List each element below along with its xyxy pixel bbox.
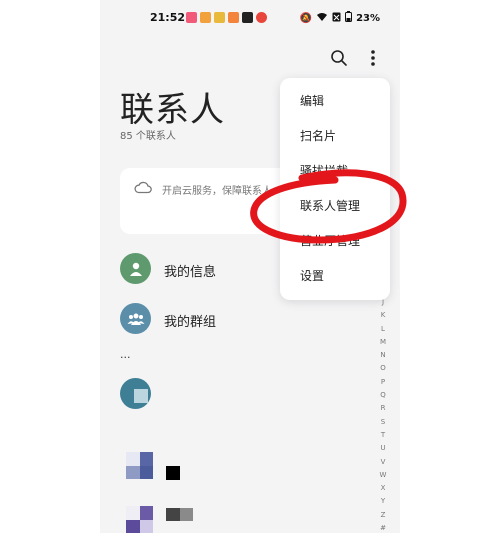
app-notification-icon	[186, 12, 197, 23]
menu-item-contact-management[interactable]: 联系人管理	[300, 196, 360, 216]
search-button[interactable]	[326, 45, 352, 71]
index-letter[interactable]: Q	[380, 389, 386, 402]
index-letter[interactable]: N	[380, 349, 385, 362]
index-letter[interactable]: T	[381, 429, 385, 442]
sim-icon	[332, 12, 341, 25]
index-letter[interactable]: #	[380, 522, 386, 533]
contact-avatar[interactable]	[126, 506, 153, 533]
menu-item-harassment-block[interactable]: 骚扰拦截	[300, 161, 348, 181]
menu-item-store-management[interactable]: 营业厅管理	[300, 231, 360, 251]
index-letter[interactable]: O	[380, 362, 386, 375]
cloud-service-banner[interactable]: 开启云服务，保障联系人	[120, 168, 300, 234]
battery-icon	[345, 11, 353, 25]
index-letter[interactable]: U	[380, 442, 385, 455]
overflow-menu: 编辑 扫名片 骚扰拦截 联系人管理 营业厅管理 设置	[280, 78, 390, 300]
index-letter[interactable]: X	[381, 482, 386, 495]
index-letter[interactable]: Z	[381, 509, 386, 522]
index-letter[interactable]: P	[381, 376, 385, 389]
person-icon	[120, 253, 151, 284]
index-letter[interactable]: R	[381, 402, 386, 415]
my-groups-row[interactable]: 我的群组	[120, 303, 280, 337]
index-letter[interactable]: K	[381, 309, 386, 322]
search-icon	[331, 50, 347, 66]
index-letter[interactable]: V	[381, 456, 386, 469]
index-letter[interactable]: M	[380, 336, 386, 349]
my-info-label: 我的信息	[164, 265, 217, 280]
menu-item-settings[interactable]: 设置	[300, 266, 324, 286]
contact-name-redacted	[166, 466, 180, 480]
cloud-icon	[134, 181, 152, 194]
app-notification-icon	[256, 12, 267, 23]
section-ellipsis: ...	[120, 348, 131, 361]
app-notification-icon	[242, 12, 253, 23]
index-letter[interactable]: L	[381, 323, 385, 336]
mute-icon: 🔕	[299, 12, 313, 24]
app-notification-icon	[228, 12, 239, 23]
app-notification-icon	[200, 12, 211, 23]
more-vertical-icon	[371, 50, 375, 66]
app-notification-icon	[214, 12, 225, 23]
menu-item-edit[interactable]: 编辑	[300, 91, 324, 111]
contact-count: 85 个联系人	[120, 131, 176, 142]
more-options-button[interactable]	[360, 45, 386, 71]
alphabet-index[interactable]: J K L M N O P Q R S T U V W X Y Z #	[376, 296, 390, 533]
status-time: 21:52	[150, 11, 186, 24]
group-icon	[120, 303, 151, 334]
wifi-icon	[316, 12, 328, 25]
my-info-row[interactable]: 我的信息	[120, 253, 280, 287]
contact-name-redacted	[180, 508, 193, 521]
index-letter[interactable]: S	[381, 416, 385, 429]
contact-avatar[interactable]	[120, 378, 151, 409]
my-groups-label: 我的群组	[164, 315, 217, 330]
index-letter[interactable]: Y	[381, 495, 385, 508]
contact-name-redacted	[166, 508, 180, 521]
contact-avatar[interactable]	[126, 452, 153, 479]
battery-percent: 23%	[356, 12, 380, 24]
index-letter[interactable]: W	[380, 469, 387, 482]
cloud-banner-text: 开启云服务，保障联系人	[162, 186, 272, 197]
page-title: 联系人	[120, 90, 225, 130]
menu-item-scan-card[interactable]: 扫名片	[300, 126, 336, 146]
status-bar: 21:52 🔕 23%	[100, 0, 400, 36]
system-icons: 🔕 23%	[300, 11, 380, 25]
